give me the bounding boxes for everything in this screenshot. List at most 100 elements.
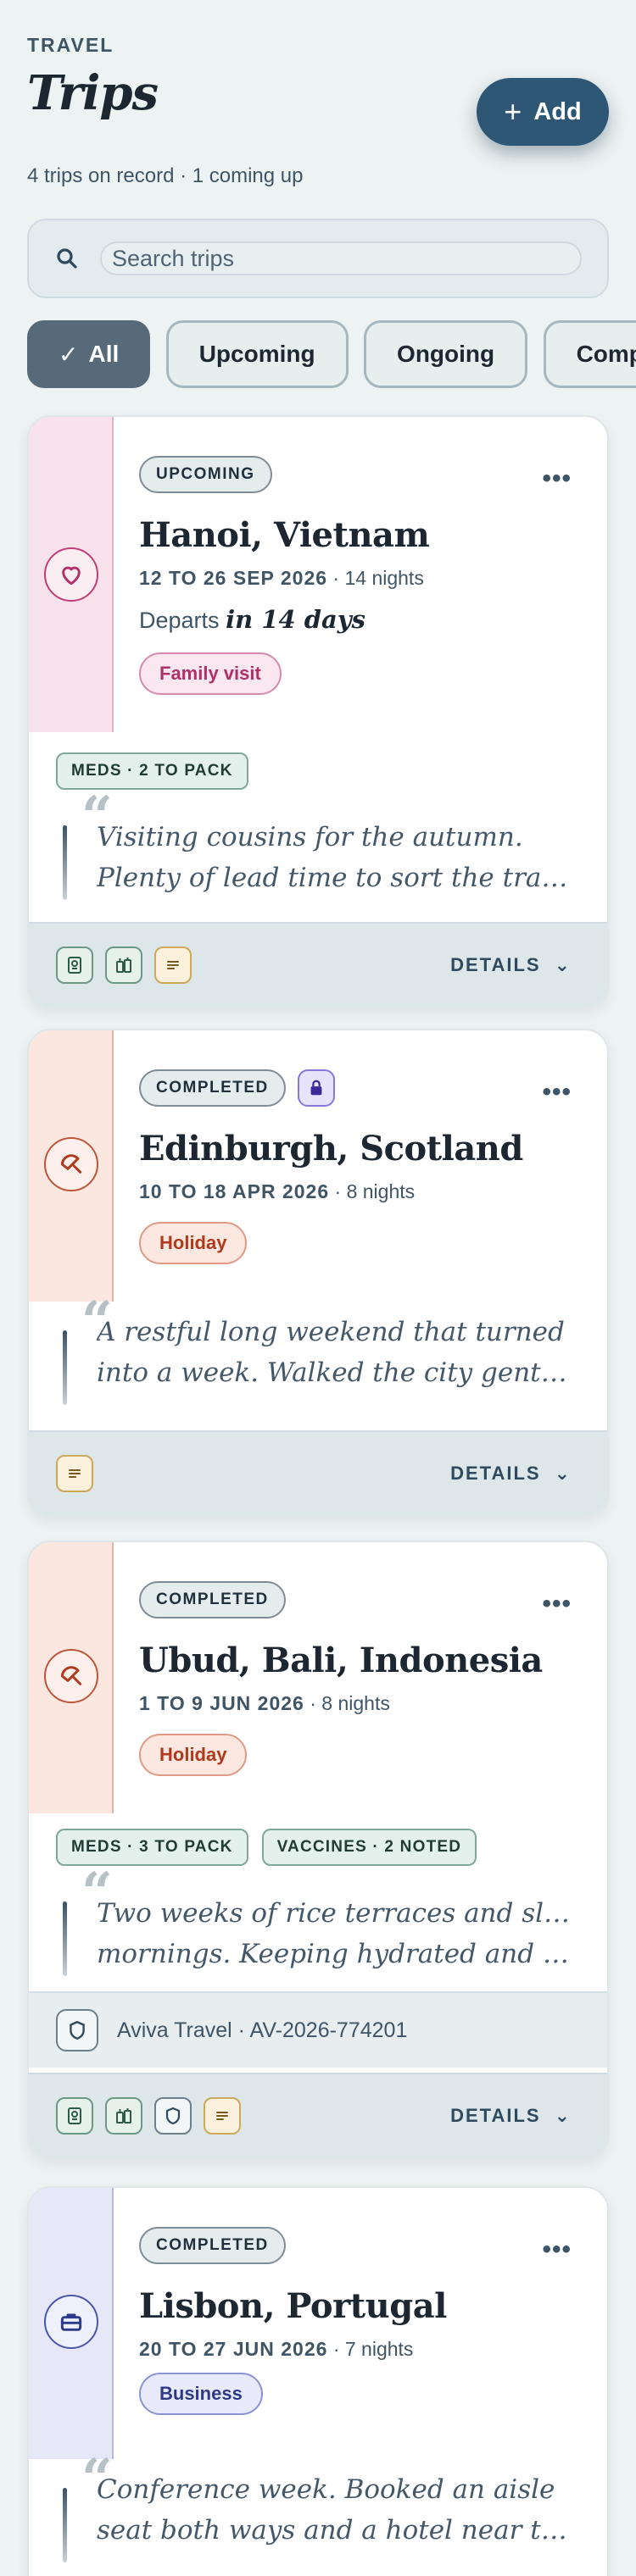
quote-bar: [63, 2488, 67, 2562]
details-label: DETAILS: [450, 954, 541, 975]
beach-umbrella-icon: [44, 1137, 98, 1191]
trip-category-strip: [29, 417, 114, 732]
note-line: mornings. Keeping hydrated and ta…: [97, 1939, 573, 1969]
section-eyebrow: TRAVEL: [27, 34, 114, 56]
trip-note: “ A restful long weekend that turned int…: [29, 1295, 607, 1418]
insurance-policy: Aviva Travel · AV-2026-774201: [117, 2018, 408, 2042]
status-badge: COMPLETED: [139, 2227, 286, 2264]
trip-type-tag: Holiday: [139, 1222, 248, 1264]
search-input[interactable]: Search trips: [100, 242, 582, 275]
quote-icon: “: [81, 785, 113, 848]
more-options-icon[interactable]: •••: [542, 1078, 572, 1107]
quote-bar: [63, 1330, 67, 1405]
vaccines-pill: VACCINES · 2 NOTED: [261, 1829, 477, 1866]
trip-destination: Hanoi, Vietnam: [139, 515, 430, 555]
notes-icon: [154, 947, 192, 984]
chevron-down-icon: ⌄: [554, 954, 572, 975]
note-line: into a week. Walked the city gently a…: [97, 1357, 573, 1388]
search-bar[interactable]: Search trips: [27, 219, 609, 298]
trip-category-strip: [29, 1542, 114, 1813]
trip-type-tag: Family visit: [139, 652, 282, 695]
notes-icon: [204, 2097, 241, 2135]
chevron-down-icon: ⌄: [554, 2105, 572, 2126]
trip-nights: · 8 nights: [334, 1180, 416, 1202]
trip-dates: 1 TO 9 JUN 2026: [139, 1692, 304, 1714]
trip-note: “ Conference week. Booked an aisle seat …: [29, 2452, 607, 2576]
heart-icon: [44, 547, 98, 602]
more-options-icon[interactable]: •••: [542, 2235, 572, 2264]
status-badge: UPCOMING: [139, 456, 272, 493]
trip-nights: · 8 nights: [310, 1692, 390, 1714]
filter-chip-label: Completed: [576, 341, 636, 367]
departs-countdown: in 14 days: [226, 605, 365, 634]
lock-icon: [297, 1069, 335, 1107]
quote-bar: [63, 825, 67, 900]
passport-icon: [56, 2097, 93, 2135]
trip-category-strip: [29, 1030, 114, 1302]
more-options-icon[interactable]: •••: [542, 1590, 572, 1618]
note-line: Plenty of lead time to sort the travel …: [97, 863, 573, 893]
filter-chip-ongoing[interactable]: Ongoing: [364, 320, 528, 388]
status-badge: COMPLETED: [139, 1069, 286, 1107]
trip-nights: · 7 nights: [332, 2338, 414, 2360]
trip-dates: 12 TO 26 SEP 2026: [139, 567, 328, 589]
shield-icon: [154, 2097, 192, 2135]
departs-label: Departs: [139, 608, 220, 633]
add-button-label: Add: [533, 97, 582, 125]
luggage-icon: [105, 947, 142, 984]
note-line: seat both ways and a hotel near the …: [97, 2515, 573, 2545]
details-button[interactable]: DETAILS ⌄: [450, 2105, 580, 2127]
trip-dates: 20 TO 27 JUN 2026: [139, 2338, 328, 2360]
trip-type-tag: Business: [139, 2373, 263, 2415]
add-trip-button[interactable]: + Add: [477, 78, 609, 146]
note-line: Two weeks of rice terraces and slow: [97, 1898, 573, 1929]
note-line: A restful long weekend that turned: [97, 1317, 565, 1347]
search-icon: [57, 248, 77, 269]
filter-chip-upcoming[interactable]: Upcoming: [165, 320, 349, 388]
chevron-down-icon: ⌄: [554, 1463, 572, 1484]
shield-icon: [56, 2009, 98, 2051]
details-button[interactable]: DETAILS ⌄: [450, 1463, 580, 1485]
filter-chip-label: Ongoing: [397, 341, 495, 367]
details-label: DETAILS: [450, 2105, 541, 2126]
note-line: Conference week. Booked an aisle: [97, 2474, 555, 2505]
trip-type-tag: Holiday: [139, 1734, 248, 1776]
insurance-row: Aviva Travel · AV-2026-774201: [29, 1991, 607, 2068]
trip-destination: Ubud, Bali, Indonesia: [139, 1641, 543, 1680]
briefcase-icon: [44, 2295, 98, 2349]
plus-icon: +: [504, 94, 522, 129]
details-label: DETAILS: [450, 1463, 541, 1484]
check-icon: ✓: [59, 341, 79, 368]
filter-chip-completed[interactable]: Completed: [543, 320, 636, 388]
details-button[interactable]: DETAILS ⌄: [450, 954, 580, 976]
trip-category-strip: [29, 2188, 114, 2459]
filter-chip-all[interactable]: ✓ All: [27, 320, 151, 388]
trip-note: “ Visiting cousins for the autumn. Plent…: [29, 790, 607, 924]
card-footer: DETAILS ⌄: [29, 1430, 607, 1515]
more-options-icon[interactable]: •••: [542, 464, 572, 493]
page-header: TRAVEL Trips + Add: [27, 34, 609, 146]
trip-card[interactable]: COMPLETED Lisbon, Portugal 20 TO 27 JUN …: [27, 2186, 609, 2576]
status-badge: COMPLETED: [139, 1581, 286, 1618]
trip-card[interactable]: UPCOMING Hanoi, Vietnam 12 TO 26 SEP 202…: [27, 415, 609, 1008]
notes-icon: [56, 1455, 93, 1492]
quote-bar: [63, 1901, 67, 1976]
trip-card[interactable]: COMPLETED Ubud, Bali, Indonesia 1 TO 9 J…: [27, 1541, 609, 2159]
trip-dates: 10 TO 18 APR 2026: [139, 1180, 330, 1202]
card-footer: DETAILS ⌄: [29, 2073, 607, 2157]
trip-card[interactable]: COMPLETED Edinburgh, Scotland 10 TO 18 A…: [27, 1029, 609, 1517]
quote-icon: “: [81, 2447, 113, 2511]
beach-umbrella-icon: [44, 1649, 98, 1703]
trip-destination: Edinburgh, Scotland: [139, 1129, 523, 1169]
card-footer: DETAILS ⌄: [29, 922, 607, 1007]
note-line: Visiting cousins for the autumn.: [97, 822, 523, 852]
quote-icon: “: [81, 1290, 113, 1353]
filter-chip-label: Upcoming: [198, 341, 315, 367]
filter-chips: ✓ All Upcoming Ongoing Completed: [27, 320, 636, 388]
luggage-icon: [105, 2097, 142, 2135]
trip-note: “ Two weeks of rice terraces and slow mo…: [29, 1866, 607, 1991]
filter-chip-label: All: [88, 341, 120, 367]
quote-icon: “: [81, 1861, 113, 1924]
trip-nights: · 14 nights: [332, 567, 424, 589]
passport-icon: [56, 947, 93, 984]
